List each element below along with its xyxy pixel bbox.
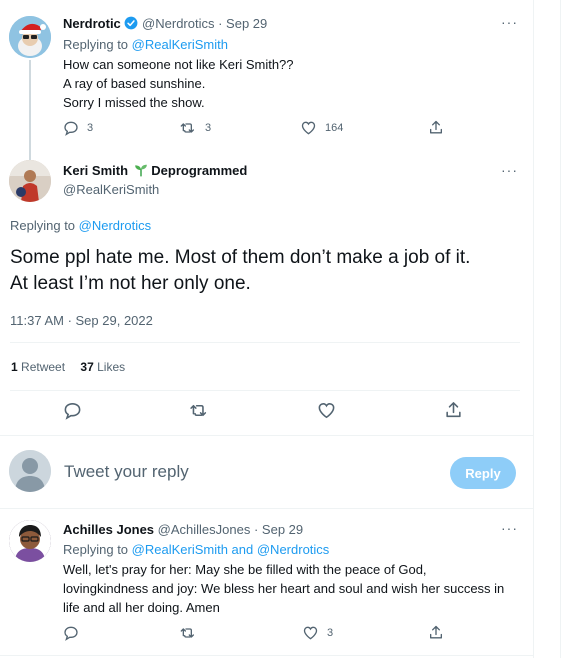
like-action[interactable] — [317, 401, 336, 420]
share-action[interactable] — [444, 400, 463, 420]
like-count: 3 — [327, 627, 334, 639]
reply-action[interactable]: 3 — [63, 120, 93, 136]
tweet-header: Keri Smith Deprogrammed — [63, 163, 247, 178]
likes-stat[interactable]: 37 Likes — [80, 360, 125, 374]
tweet-date[interactable]: · Sep 29 — [254, 522, 303, 537]
author-handle[interactable]: @RealKeriSmith — [63, 182, 159, 197]
nerdrotic-avatar[interactable] — [9, 16, 51, 58]
author-name[interactable]: Achilles Jones — [63, 522, 154, 537]
like-action[interactable]: 164 — [300, 120, 343, 136]
like-count: 164 — [325, 122, 344, 134]
reply-action[interactable] — [63, 401, 82, 420]
reply-icon — [64, 402, 81, 420]
tweet-text-line: Some ppl hate me. Most of them don’t mak… — [10, 247, 471, 268]
tweet-text-line: Well, let's pray for her: May she be fil… — [63, 562, 427, 577]
more-icon[interactable]: ··· — [501, 162, 518, 178]
like-icon — [303, 626, 318, 640]
keri-smith-avatar[interactable] — [9, 160, 51, 202]
replying-to-link[interactable]: @RealKeriSmith — [132, 37, 228, 52]
tweet-text-line: How can someone not like Keri Smith?? — [63, 57, 294, 72]
replying-prefix: Replying to — [63, 542, 132, 557]
share-icon — [446, 402, 461, 418]
like-icon — [301, 121, 316, 135]
retweet-icon — [190, 404, 207, 417]
tweet-text-line: At least I’m not her only one. — [10, 273, 251, 294]
retweet-total: 1 — [11, 360, 18, 374]
sidebar-divider — [560, 0, 561, 658]
tweet-text-line: lovingkindness and joy: We bless her hea… — [63, 581, 505, 596]
tweet-text-line: A ray of based sunshine. — [63, 76, 206, 91]
retweet-action[interactable] — [179, 625, 197, 641]
thread-connector — [29, 60, 31, 160]
tweet-text: Well, let's pray for her: May she be fil… — [63, 560, 504, 617]
retweet-action[interactable]: 3 — [179, 120, 211, 136]
reply-icon — [64, 121, 78, 136]
default-avatar-icon — [9, 450, 51, 492]
tweet-timestamp[interactable]: 11:37 AM · Sep 29, 2022 — [10, 313, 153, 328]
replying-to-link[interactable]: @Nerdrotics — [257, 542, 329, 557]
retweet-count: 3 — [205, 122, 212, 134]
author-handle[interactable]: @Nerdrotics — [142, 16, 214, 31]
tweet-date[interactable]: · Sep 29 — [218, 16, 267, 31]
replying-to: Replying to @Nerdrotics — [10, 218, 151, 233]
main-tweet-text: Some ppl hate me. Most of them don’t mak… — [10, 245, 530, 297]
reply-count: 3 — [87, 122, 94, 134]
like-icon — [318, 402, 335, 419]
divider — [0, 655, 533, 656]
divider — [0, 435, 533, 436]
verified-badge-icon — [125, 16, 138, 30]
replying-prefix: Replying to — [63, 37, 132, 52]
replying-and: and — [227, 542, 257, 557]
share-action[interactable] — [428, 119, 444, 136]
like-label: Likes — [97, 360, 126, 374]
share-action[interactable] — [428, 624, 444, 641]
like-total: 37 — [80, 360, 94, 374]
tweet-header: Nerdrotic @Nerdrotics · Sep 29 — [63, 16, 267, 31]
tweet-header: Achilles Jones @AchillesJones · Sep 29 — [63, 522, 303, 537]
retweet-action[interactable] — [189, 401, 209, 420]
achilles-jones-avatar[interactable] — [9, 520, 51, 562]
divider — [10, 342, 520, 343]
retweets-stat[interactable]: 1 Retweet — [11, 360, 65, 374]
profile-photo-icon — [9, 160, 51, 202]
reply-action[interactable] — [63, 625, 79, 641]
author-name[interactable]: Nerdrotic — [63, 16, 121, 31]
replying-to: Replying to @RealKeriSmith and @Nerdroti… — [63, 542, 329, 557]
author-name[interactable]: Keri Smith — [63, 163, 128, 178]
more-icon[interactable]: ··· — [501, 14, 518, 30]
retweet-label: Retweet — [21, 360, 66, 374]
cartoon-avatar-icon — [9, 520, 51, 562]
replying-to-link[interactable]: @RealKeriSmith — [132, 542, 228, 557]
share-icon — [430, 120, 442, 134]
reply-button[interactable]: Reply — [450, 457, 516, 489]
share-icon — [430, 625, 442, 639]
retweet-icon — [180, 628, 194, 638]
reply-icon — [64, 626, 78, 641]
replying-to-link[interactable]: @Nerdrotics — [79, 218, 151, 233]
composer-avatar[interactable] — [9, 450, 51, 492]
reply-input[interactable]: Tweet your reply — [64, 462, 189, 482]
tweet-text-line: life and all her doing. Amen — [63, 600, 220, 615]
tweet-text: How can someone not like Keri Smith?? A … — [63, 55, 294, 112]
seedling-icon — [134, 164, 147, 177]
tweet-text-line: Sorry I missed the show. — [63, 95, 205, 110]
santa-avatar-icon — [9, 16, 51, 58]
divider — [10, 390, 520, 391]
engagement-stats: 1 Retweet 37 Likes — [11, 360, 125, 374]
author-handle[interactable]: @AchillesJones — [158, 522, 251, 537]
divider — [0, 508, 533, 509]
more-icon[interactable]: ··· — [501, 520, 518, 536]
like-action[interactable]: 3 — [302, 625, 333, 641]
retweet-icon — [180, 123, 194, 133]
author-badge-text: Deprogrammed — [151, 163, 248, 178]
replying-prefix: Replying to — [10, 218, 79, 233]
replying-to: Replying to @RealKeriSmith — [63, 37, 228, 52]
